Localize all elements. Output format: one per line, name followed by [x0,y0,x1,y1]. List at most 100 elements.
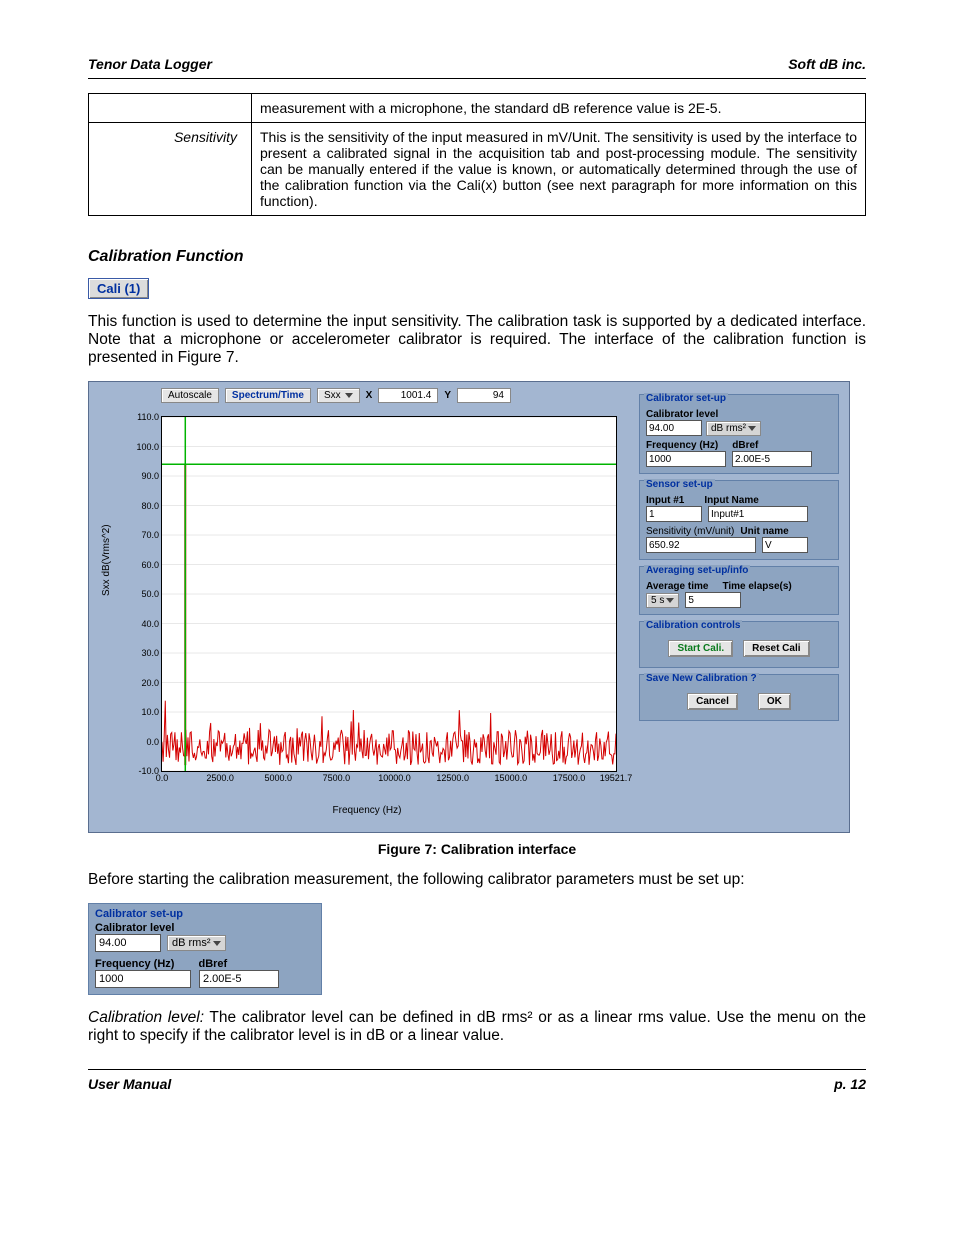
y-tick: 0.0 [146,737,162,747]
inset-title: Calibrator set-up [95,908,315,920]
sensor-name-value[interactable] [708,506,808,522]
x-tick: 17500.0 [553,771,586,783]
inset-unit-dropdown[interactable]: dB rms² [167,935,226,951]
calibrator-freq-input[interactable] [646,451,726,467]
calibration-level-text: The calibrator level can be defined in d… [88,1009,866,1044]
calibrator-dbref-label: dBref [732,440,758,451]
controls-group: Calibration controls Start Cali. Reset C… [639,621,839,668]
cursor-x-label: X [366,390,373,401]
chevron-down-icon [213,941,221,946]
calibrator-inset: Calibrator set-up Calibrator level dB rm… [88,903,322,995]
inset-unit-label: dB rms² [172,937,211,949]
y-tick: 100.0 [136,442,162,452]
y-tick: 80.0 [141,501,162,511]
calibrator-unit-dropdown[interactable]: dB rms² [706,421,761,436]
calibrator-dbref-input[interactable] [732,451,812,467]
time-elapse-label: Time elapse(s) [722,581,791,592]
y-tick: 20.0 [141,678,162,688]
figure7-caption: Figure 7: Calibration interface [88,841,866,857]
x-tick: 10000.0 [378,771,411,783]
y-tick: 10.0 [141,707,162,717]
y-axis-label: Sxx dB(Vrms^2) [101,524,112,596]
plot-area: -10.00.010.020.030.040.050.060.070.080.0… [161,416,617,772]
graph-area: Autoscale Spectrum/Time Sxx X 1001.4 Y 9… [107,396,627,816]
time-elapse-value [685,592,741,608]
y-tick: 110.0 [137,412,162,422]
header-rule [88,78,866,79]
plot-svg [162,417,616,771]
setup-paragraph: Before starting the calibration measurem… [88,871,866,889]
x-tick: 5000.0 [265,771,293,783]
sensor-input-value[interactable] [646,506,702,522]
controls-title: Calibration controls [644,620,742,631]
cursor-x-value: 1001.4 [378,388,438,403]
inset-freq-label: Frequency (Hz) [95,958,174,970]
y-tick: 40.0 [141,619,162,629]
autoscale-button[interactable]: Autoscale [161,388,219,403]
chevron-down-icon [345,393,353,398]
spectrum-time-button[interactable]: Spectrum/Time [225,388,311,403]
inset-dbref-input[interactable] [199,970,279,988]
x-tick: 19521.7 [600,771,633,783]
table-row-0-text: measurement with a microphone, the stand… [252,94,866,123]
inset-level-label: Calibrator level [95,922,315,934]
sensor-unit-label: Unit name [740,526,788,537]
header-right: Soft dB inc. [788,56,866,72]
calibration-level-paragraph: Calibration level: The calibrator level … [88,1009,866,1045]
footer-left: User Manual [88,1076,171,1092]
series-label: Sxx [324,390,341,401]
inset-freq-input[interactable] [95,970,191,988]
start-cali-button[interactable]: Start Cali. [668,640,733,657]
calibrator-level-label: Calibrator level [646,409,832,420]
y-tick: 50.0 [141,589,162,599]
section-title: Calibration Function [88,248,866,266]
calibrator-freq-label: Frequency (Hz) [646,440,718,451]
intro-paragraph: This function is used to determine the i… [88,313,866,367]
y-tick: 60.0 [141,560,162,570]
x-tick: 2500.0 [206,771,234,783]
sensor-sensitivity-input[interactable] [646,537,756,553]
cursor-y-label: Y [444,390,451,401]
averaging-title: Averaging set-up/info [644,565,750,576]
header-left: Tenor Data Logger [88,56,212,72]
chevron-down-icon [666,598,674,603]
sensor-name-label: Input Name [704,495,758,506]
table-row-1-text: This is the sensitivity of the input mea… [252,123,866,216]
calibrator-unit-label: dB rms² [711,423,746,434]
calibrator-level-input[interactable] [646,420,702,436]
cursor-y-value: 94 [457,388,511,403]
sensor-unit-input[interactable] [762,537,808,553]
table-row-1-label: Sensitivity [89,123,252,216]
chevron-down-icon [748,426,756,431]
inset-level-input[interactable] [95,934,161,952]
y-tick: 70.0 [141,530,162,540]
cali-button[interactable]: Cali (1) [88,278,149,299]
avg-time-value: 5 s [651,595,664,606]
x-tick: 0.0 [156,771,169,783]
series-dropdown[interactable]: Sxx [317,388,360,403]
x-tick: 7500.0 [323,771,351,783]
save-group: Save New Calibration ? Cancel OK [639,674,839,721]
save-title: Save New Calibration ? [644,673,759,684]
reset-cali-button[interactable]: Reset Cali [743,640,809,657]
sensor-sensitivity-label: Sensitivity (mV/unit) [646,526,734,537]
x-tick: 12500.0 [436,771,469,783]
sensitivity-table: measurement with a microphone, the stand… [88,93,866,216]
calibration-level-prefix: Calibration level: [88,1009,204,1026]
avg-time-label: Average time [646,581,708,592]
calibrator-group: Calibrator set-up Calibrator level dB rm… [639,394,839,474]
averaging-group: Averaging set-up/info Average time Time … [639,566,839,615]
x-axis-label: Frequency (Hz) [107,805,627,816]
avg-time-dropdown[interactable]: 5 s [646,593,679,608]
sensor-input-label: Input #1 [646,495,684,506]
y-tick: 90.0 [141,471,162,481]
ok-button[interactable]: OK [758,693,791,710]
cancel-button[interactable]: Cancel [687,693,738,710]
x-tick: 15000.0 [495,771,528,783]
sensor-group: Sensor set-up Input #1 Input Name Sensit… [639,480,839,560]
calibrator-title: Calibrator set-up [644,393,728,404]
inset-dbref-label: dBref [198,958,227,970]
figure7-panel: Autoscale Spectrum/Time Sxx X 1001.4 Y 9… [88,381,850,833]
footer-rule [88,1069,866,1070]
y-tick: 30.0 [141,648,162,658]
